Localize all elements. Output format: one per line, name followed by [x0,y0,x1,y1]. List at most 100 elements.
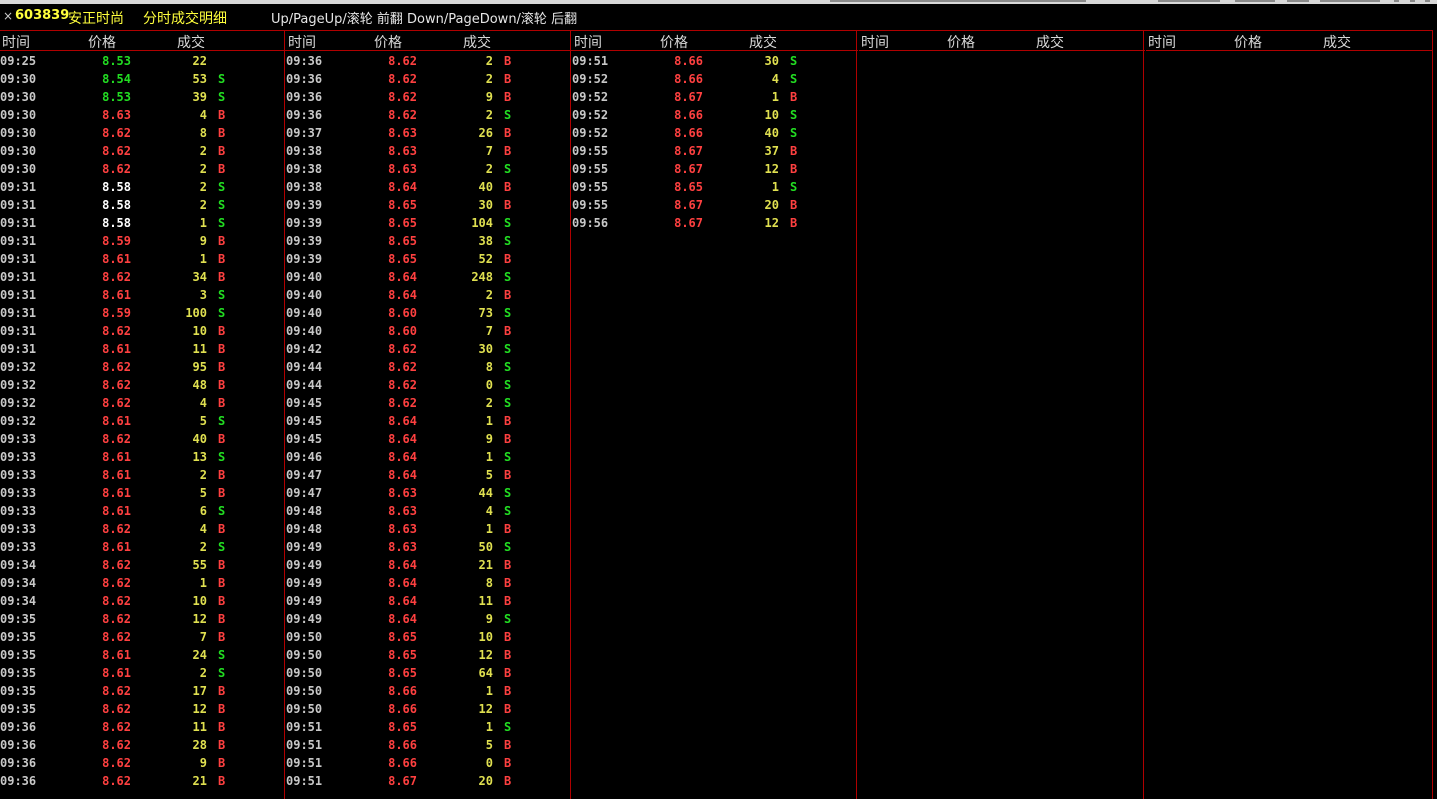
trade-volume: 28 [192,738,207,752]
trade-direction: B [218,234,226,248]
trade-time: 09:36 [0,738,37,752]
trade-time: 09:50 [286,648,323,662]
navigation-hint: Up/PageUp/滚轮 前翻 Down/PageDown/滚轮 后翻 [271,12,578,27]
trade-price: 8.62 [102,738,131,752]
trade-price: 8.63 [388,540,417,554]
trade-volume: 12 [478,648,493,662]
trade-volume: 38 [478,234,493,248]
trade-row: 09:30 8.63 4 B [0,106,286,124]
trade-direction: B [218,576,226,590]
right-border [1432,30,1433,799]
trade-row: 09:49 8.64 8 B [286,574,572,592]
trade-price: 8.62 [102,396,131,410]
trade-list[interactable]: 09:25 8.53 22 09:30 8.54 53 S 09:30 8.53 39 S 09:30… [0,52,286,790]
trade-time: 09:38 [286,162,323,176]
trade-row: 09:33 8.61 13 S [0,448,286,466]
trade-row: 09:31 8.59 9 B [0,232,286,250]
trade-price: 8.64 [388,450,417,464]
trade-direction: B [504,558,512,572]
trade-direction: S [790,54,798,68]
trade-volume: 1 [771,90,779,104]
trade-time: 09:30 [0,126,37,140]
trade-price: 8.62 [102,612,131,626]
price-header: 价格 [1234,35,1262,51]
trade-price: 8.58 [102,180,131,194]
trade-time: 09:38 [286,144,323,158]
trade-row: 09:33 8.61 5 B [0,484,286,502]
trade-price: 8.62 [102,684,131,698]
trade-direction: B [218,594,226,608]
trade-row: 09:31 8.58 1 S [0,214,286,232]
trade-row: 09:30 8.62 8 B [0,124,286,142]
trade-volume: 11 [192,720,207,734]
tab-indicator[interactable] [1287,0,1309,2]
trade-volume: 1 [485,450,493,464]
trade-direction: S [504,612,512,626]
trade-time: 09:33 [0,450,37,464]
tab-indicator[interactable] [1410,0,1415,2]
time-header: 时间 [574,35,602,51]
tab-indicator[interactable] [1320,0,1380,2]
tab-indicator[interactable] [1425,0,1430,2]
trade-volume: 22 [192,54,207,68]
trade-volume: 30 [478,342,493,356]
trade-row: 09:39 8.65 30 B [286,196,572,214]
trade-direction: S [504,108,512,122]
trade-direction: B [504,522,512,536]
trade-row: 09:47 8.63 44 S [286,484,572,502]
trade-time: 09:33 [0,540,37,554]
trade-volume: 7 [485,324,493,338]
tab-indicator[interactable] [1235,0,1275,2]
tab-indicator[interactable] [1394,0,1399,2]
trade-time: 09:31 [0,270,37,284]
trade-price: 8.64 [388,468,417,482]
trade-volume: 1 [485,720,493,734]
trade-price: 8.67 [674,144,703,158]
trade-row: 09:40 8.60 73 S [286,304,572,322]
trade-price: 8.59 [102,306,131,320]
trade-time: 09:40 [286,306,323,320]
trade-volume: 12 [192,702,207,716]
trade-row: 09:31 8.62 10 B [0,322,286,340]
title-bar: × 603839 安正时尚 分时成交明细 Up/PageUp/滚轮 前翻 Dow… [0,4,1437,30]
trade-direction: S [218,180,226,194]
trade-direction: B [218,126,226,140]
trade-price: 8.63 [388,522,417,536]
trade-time: 09:32 [0,414,37,428]
trade-row: 09:38 8.63 2 S [286,160,572,178]
trade-volume: 5 [199,414,207,428]
trade-direction: B [504,630,512,644]
trade-direction: S [504,504,512,518]
trade-direction: S [504,378,512,392]
trade-list[interactable]: 09:51 8.66 30 S 09:52 8.66 4 S 09:52 8.67 1 B 09:52 8… [572,52,858,232]
trade-price: 8.62 [102,360,131,374]
trade-row: 09:35 8.61 2 S [0,664,286,682]
trade-row: 09:42 8.62 30 S [286,340,572,358]
price-header: 价格 [374,35,402,51]
trade-direction: S [218,198,226,212]
trade-time: 09:51 [286,738,323,752]
close-icon[interactable]: × [3,9,13,23]
trade-time: 09:36 [0,756,37,770]
trade-volume: 104 [471,216,493,230]
trade-row: 09:35 8.62 7 B [0,628,286,646]
tab-indicator[interactable] [1158,0,1220,2]
trade-price: 8.54 [102,72,131,86]
trade-time: 09:47 [286,486,323,500]
trade-time: 09:56 [572,216,609,230]
trade-direction: S [504,396,512,410]
trade-direction: S [790,126,798,140]
trade-volume: 9 [485,432,493,446]
trade-volume: 2 [199,468,207,482]
trade-direction: B [790,90,798,104]
trade-volume: 17 [192,684,207,698]
trade-row: 09:34 8.62 1 B [0,574,286,592]
trade-row: 09:36 8.62 21 B [0,772,286,790]
trade-time: 09:52 [572,72,609,86]
trade-time: 09:35 [0,684,37,698]
trade-direction: S [218,648,226,662]
trade-row: 09:49 8.63 50 S [286,538,572,556]
trade-list[interactable]: 09:36 8.62 2 B 09:36 8.62 2 B 09:36 8.62 9 B 09:36 8.… [286,52,572,790]
trade-direction: B [218,324,226,338]
scroll-indicator[interactable] [830,0,1086,2]
